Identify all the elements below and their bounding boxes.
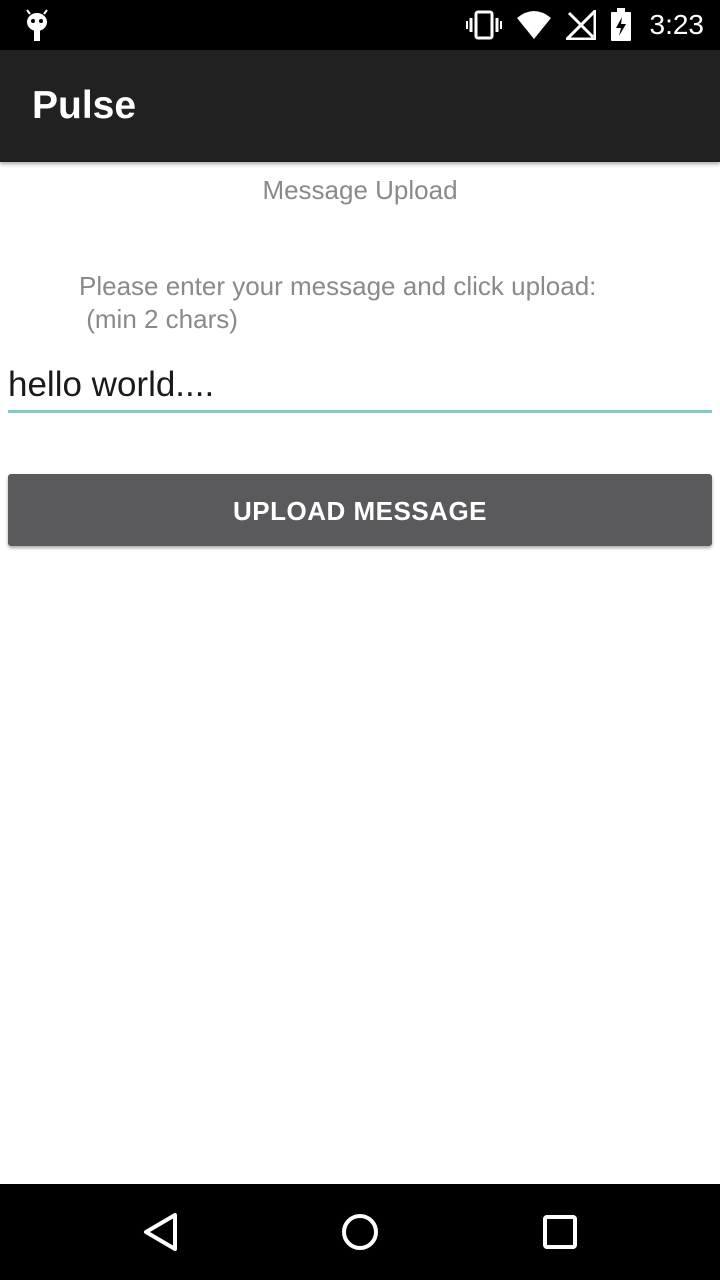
android-debug-icon xyxy=(22,8,52,42)
instructions-text: Please enter your message and click uplo… xyxy=(79,271,597,334)
back-icon[interactable] xyxy=(136,1208,184,1256)
screen: 3:23 Pulse Message Upload Please enter y… xyxy=(0,0,720,1280)
recents-icon[interactable] xyxy=(536,1208,584,1256)
app-title: Pulse xyxy=(32,84,137,127)
section-title: Message Upload xyxy=(262,175,458,205)
no-signal-icon xyxy=(565,10,596,40)
upload-message-button[interactable]: UPLOAD MESSAGE xyxy=(8,474,712,546)
wifi-icon xyxy=(516,10,552,40)
navigation-bar xyxy=(0,1184,720,1280)
battery-charging-icon xyxy=(610,8,632,42)
status-icons: 3:23 xyxy=(465,0,705,50)
app-bar: Pulse xyxy=(0,50,720,162)
vibrate-icon xyxy=(465,10,502,40)
message-input[interactable] xyxy=(8,360,712,413)
home-icon[interactable] xyxy=(336,1208,384,1256)
status-bar: 3:23 xyxy=(0,0,720,50)
status-time: 3:23 xyxy=(649,9,705,40)
